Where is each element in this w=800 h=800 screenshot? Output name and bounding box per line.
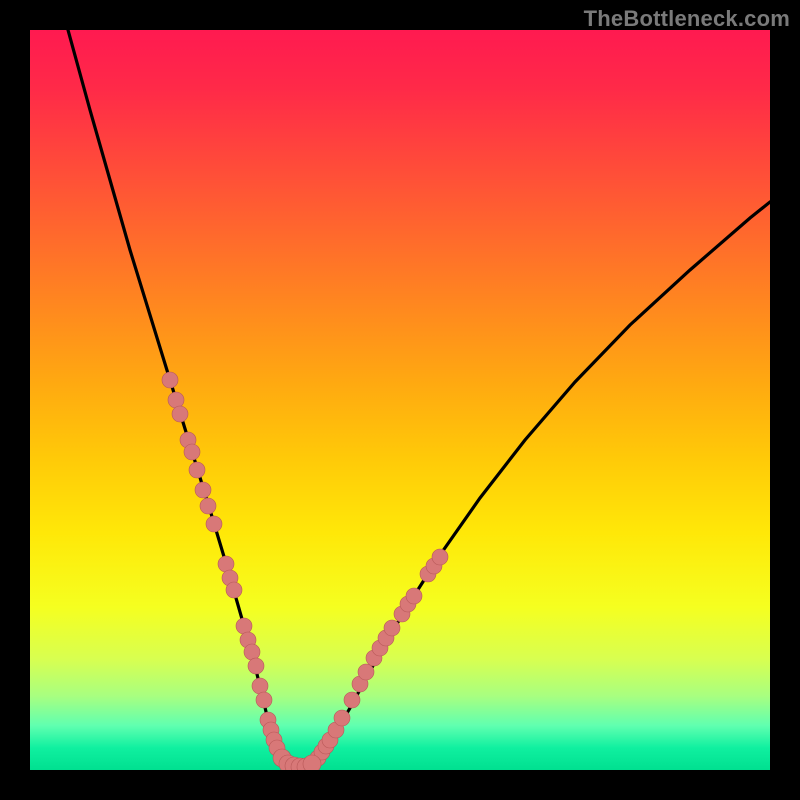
plot-area [30,30,770,770]
data-marker [358,664,374,680]
data-marker [384,620,400,636]
data-marker [189,462,205,478]
bottleneck-curve [30,30,770,770]
watermark-text: TheBottleneck.com [584,6,790,32]
data-marker [303,755,321,770]
data-marker [218,556,234,572]
data-marker [248,658,264,674]
data-marker [168,392,184,408]
data-marker [195,482,211,498]
data-marker [226,582,242,598]
data-marker [334,710,350,726]
data-marker [172,406,188,422]
data-marker [344,692,360,708]
chart-container: TheBottleneck.com [0,0,800,800]
data-marker [252,678,268,694]
data-marker [236,618,252,634]
data-marker [256,692,272,708]
data-marker [184,444,200,460]
data-marker [206,516,222,532]
data-marker [200,498,216,514]
data-marker [244,644,260,660]
data-marker [406,588,422,604]
data-marker [432,549,448,565]
data-marker [162,372,178,388]
